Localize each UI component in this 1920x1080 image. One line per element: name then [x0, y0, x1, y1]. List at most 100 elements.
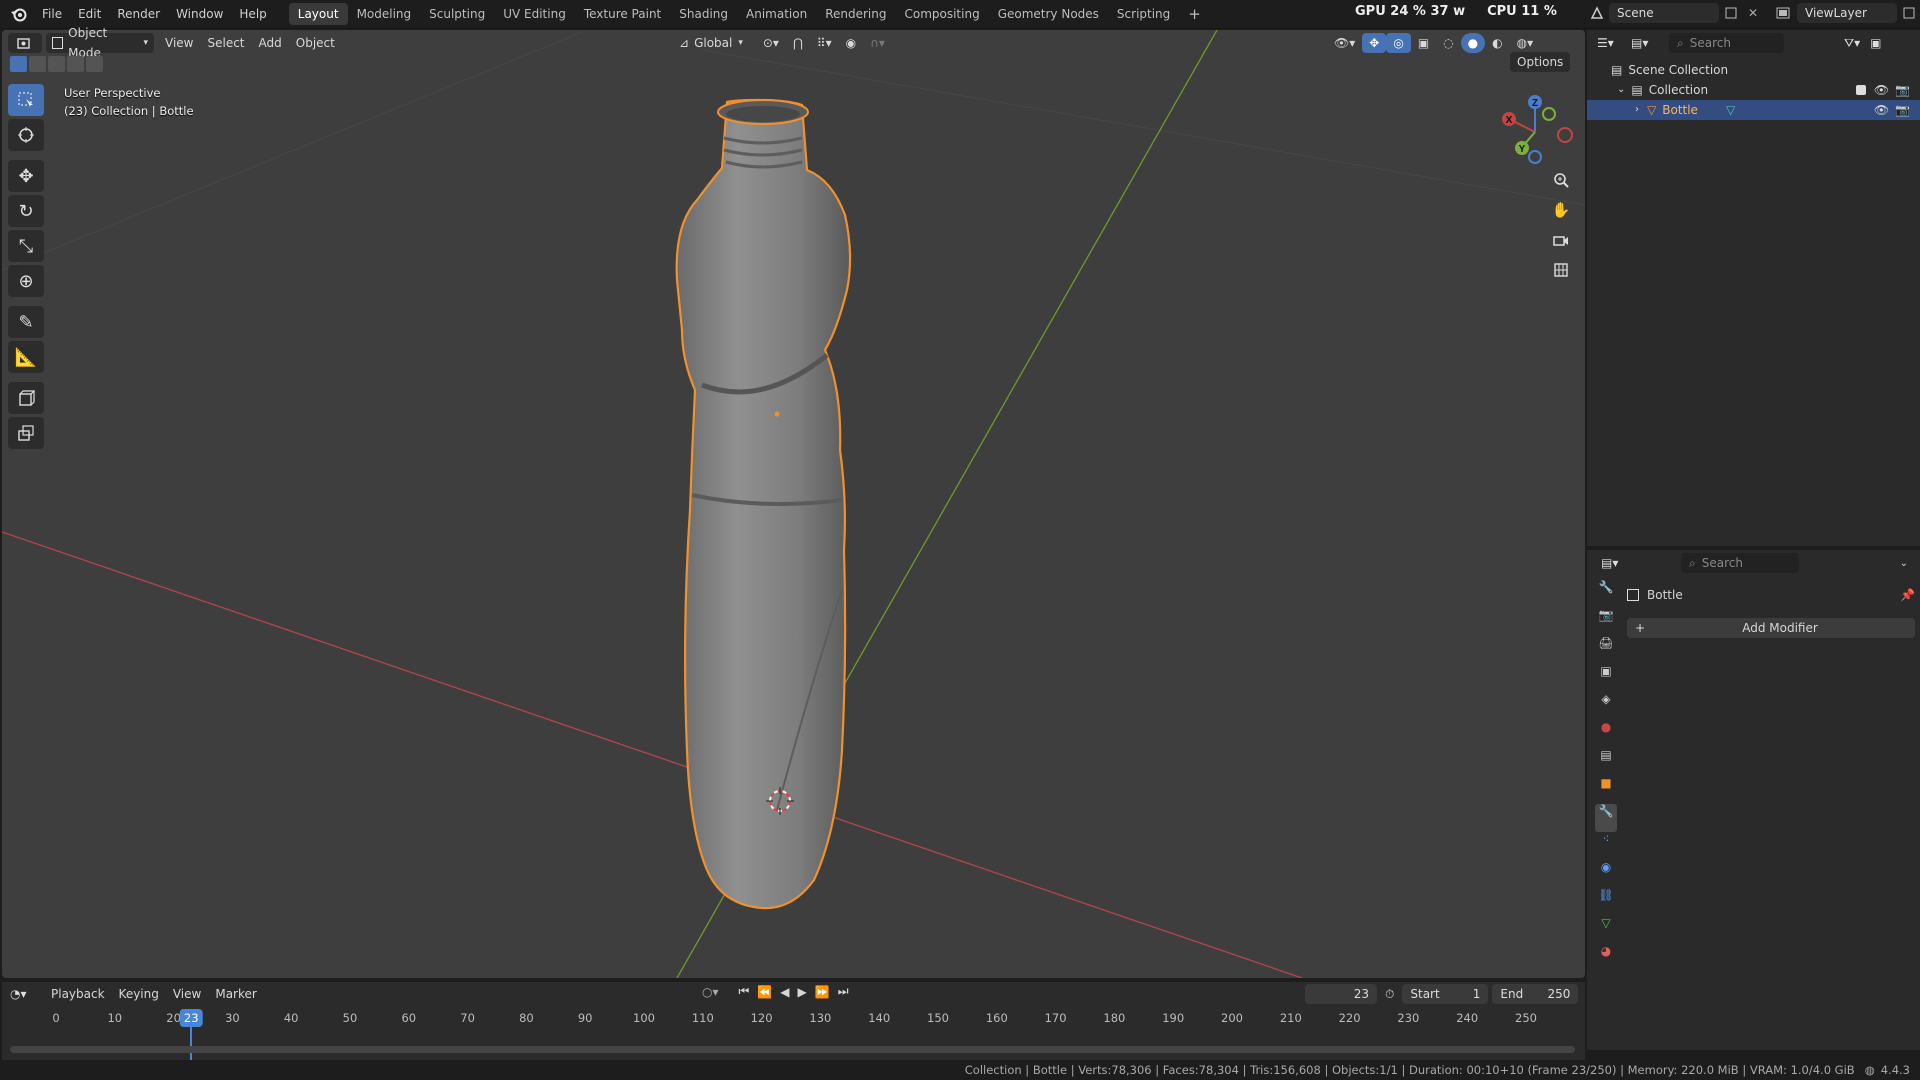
menu-marker[interactable]: Marker	[208, 984, 263, 1004]
end-frame-field[interactable]: End 250	[1492, 984, 1579, 1004]
current-frame-field[interactable]: 23	[1305, 984, 1377, 1004]
play-icon[interactable]: ▶	[798, 985, 807, 999]
mesh-data-tab-icon[interactable]: ▽	[1595, 916, 1617, 944]
display-mode-icon[interactable]: ▤▾	[1631, 36, 1665, 50]
snap-target-icon[interactable]: ⠿▾	[810, 33, 839, 53]
scene-name-field[interactable]: Scene	[1609, 3, 1719, 23]
jump-keyframe-forward-icon[interactable]: ⏩	[815, 985, 830, 999]
world-tab-icon[interactable]: ●	[1595, 720, 1617, 748]
shading-rendered-icon[interactable]: ◍▾	[1510, 33, 1541, 53]
jump-keyframe-back-icon[interactable]: ⏪	[757, 985, 772, 999]
view-layer-tab-icon[interactable]: ▣	[1595, 664, 1617, 692]
physics-tab-icon[interactable]: ◉	[1595, 860, 1617, 888]
tool-tab-icon[interactable]: 🔧	[1595, 580, 1617, 608]
jump-end-icon[interactable]: ⏭	[838, 984, 849, 999]
tree-item-scene-collection[interactable]: ▤ Scene Collection	[1587, 60, 1920, 80]
scene-icon[interactable]	[1585, 6, 1609, 20]
viewport-menu-view[interactable]: View	[158, 33, 200, 53]
menu-timeline-view[interactable]: View	[166, 984, 208, 1004]
stopwatch-icon[interactable]: ⏱	[1385, 987, 1394, 1002]
select-extend-icon[interactable]	[29, 56, 46, 72]
start-frame-field[interactable]: Start 1	[1402, 984, 1489, 1004]
modifier-tab-icon[interactable]: 🔧	[1595, 804, 1617, 832]
tab-rendering[interactable]: Rendering	[816, 3, 895, 25]
proportional-edit-icon[interactable]: ◉	[839, 33, 863, 53]
play-reverse-icon[interactable]: ◀	[780, 985, 789, 999]
editor-type-icon[interactable]	[8, 33, 42, 53]
rotate-tool-icon[interactable]: ↻	[8, 195, 44, 227]
3d-viewport[interactable]: User Perspective (23) Collection | Bottl…	[2, 30, 1585, 978]
tree-item-bottle[interactable]: › ▽ Bottle ▽ 👁 📷	[1587, 100, 1920, 120]
shading-wireframe-icon[interactable]: ◌	[1436, 33, 1460, 53]
frame-ruler[interactable]: 0 10 20 30 40 50 60 70 80 90 100 110 120 130 140 150 160…	[2, 1008, 1585, 1062]
tab-shading[interactable]: Shading	[670, 3, 737, 25]
object-tab-icon[interactable]: ■	[1595, 776, 1617, 804]
output-tab-icon[interactable]: 🖨	[1595, 636, 1617, 664]
pivot-point-icon[interactable]: ⊙▾	[756, 33, 786, 53]
render-camera-icon[interactable]: 📷	[1895, 80, 1910, 100]
object-mode-dropdown[interactable]: Object Mode ▾	[46, 26, 154, 60]
tree-item-collection[interactable]: ⌄ ▤ Collection 👁 📷	[1587, 80, 1920, 100]
navigation-gizmo[interactable]: Z X Y	[1497, 92, 1577, 172]
add-workspace-button[interactable]: +	[1179, 3, 1210, 25]
gizmo-neg-x[interactable]	[1557, 127, 1573, 143]
tab-modeling[interactable]: Modeling	[348, 3, 421, 25]
clock-editor-icon[interactable]: ◔▾	[10, 987, 44, 1001]
visibility-eye-icon[interactable]: 👁	[1874, 80, 1889, 100]
extrude-tool-icon[interactable]	[8, 417, 44, 449]
properties-search-input[interactable]: ⌕ Search	[1681, 553, 1799, 573]
menu-edit[interactable]: Edit	[70, 3, 109, 25]
cursor-tool-icon[interactable]	[8, 119, 44, 151]
collection-tab-icon[interactable]: ▤	[1595, 748, 1617, 776]
annotate-tool-icon[interactable]: ✎	[8, 306, 44, 338]
exclude-checkbox[interactable]	[1855, 85, 1866, 95]
properties-editor-icon[interactable]: ▤▾	[1601, 556, 1681, 570]
add-cube-tool-icon[interactable]	[8, 382, 44, 414]
camera-view-icon[interactable]	[1547, 226, 1575, 254]
shading-material-icon[interactable]: ◐	[1485, 33, 1509, 53]
visibility-eye-icon[interactable]: 👁	[1874, 100, 1889, 120]
view-layer-field[interactable]: ViewLayer	[1797, 3, 1897, 23]
render-camera-icon[interactable]: 📷	[1895, 100, 1910, 120]
filter-icon[interactable]: ⛛▾	[1844, 36, 1860, 51]
visibility-eye-icon[interactable]: 👁▾	[1327, 33, 1362, 53]
jump-start-icon[interactable]: ⏮	[739, 984, 750, 999]
scene-tab-icon[interactable]: ◈	[1595, 692, 1617, 720]
viewport-menu-add[interactable]: Add	[252, 33, 289, 53]
menu-keying[interactable]: Keying	[112, 984, 166, 1004]
blender-logo-icon[interactable]	[4, 0, 34, 28]
overlay-toggle-icon[interactable]: ◎	[1386, 33, 1411, 53]
measure-tool-icon[interactable]: 📐	[8, 341, 44, 373]
view-layer-icon[interactable]	[1769, 7, 1797, 19]
playhead-line[interactable]	[190, 1026, 193, 1062]
auto-key-record-icon[interactable]: ○▾	[702, 985, 719, 999]
particles-tab-icon[interactable]: ⁖	[1595, 832, 1617, 860]
select-invert-icon[interactable]	[67, 56, 84, 72]
transform-tool-icon[interactable]: ⊕	[8, 265, 44, 297]
falloff-icon[interactable]: ∩▾	[863, 33, 892, 53]
tab-scripting[interactable]: Scripting	[1108, 3, 1179, 25]
new-collection-icon[interactable]: ▣	[1870, 36, 1881, 50]
tab-texture-paint[interactable]: Texture Paint	[575, 3, 670, 25]
tab-geometry-nodes[interactable]: Geometry Nodes	[989, 3, 1108, 25]
material-tab-icon[interactable]: ◕	[1595, 944, 1617, 972]
render-tab-icon[interactable]: 📷	[1595, 608, 1617, 636]
menu-file[interactable]: File	[34, 3, 70, 25]
constraints-tab-icon[interactable]: ⛓	[1595, 888, 1617, 916]
tab-compositing[interactable]: Compositing	[895, 3, 988, 25]
menu-help[interactable]: Help	[231, 3, 274, 25]
scale-tool-icon[interactable]: ⤡	[8, 230, 44, 262]
orientation-dropdown[interactable]: ⊿ Global ▾	[672, 33, 750, 53]
delete-scene-icon[interactable]: ✕	[1743, 6, 1763, 20]
outliner-editor-icon[interactable]: ☰▾	[1597, 36, 1631, 50]
timeline-scrollbar[interactable]	[10, 1046, 1575, 1053]
tab-animation[interactable]: Animation	[737, 3, 816, 25]
menu-render[interactable]: Render	[109, 3, 168, 25]
select-subtract-icon[interactable]	[48, 56, 65, 72]
xray-toggle-icon[interactable]: ▣	[1411, 33, 1436, 53]
bottle-mesh[interactable]	[675, 98, 852, 910]
ortho-grid-icon[interactable]	[1547, 256, 1575, 284]
new-scene-icon[interactable]	[1719, 7, 1743, 19]
pan-hand-icon[interactable]: ✋	[1547, 196, 1575, 224]
gizmo-neg-y[interactable]	[1542, 107, 1556, 121]
